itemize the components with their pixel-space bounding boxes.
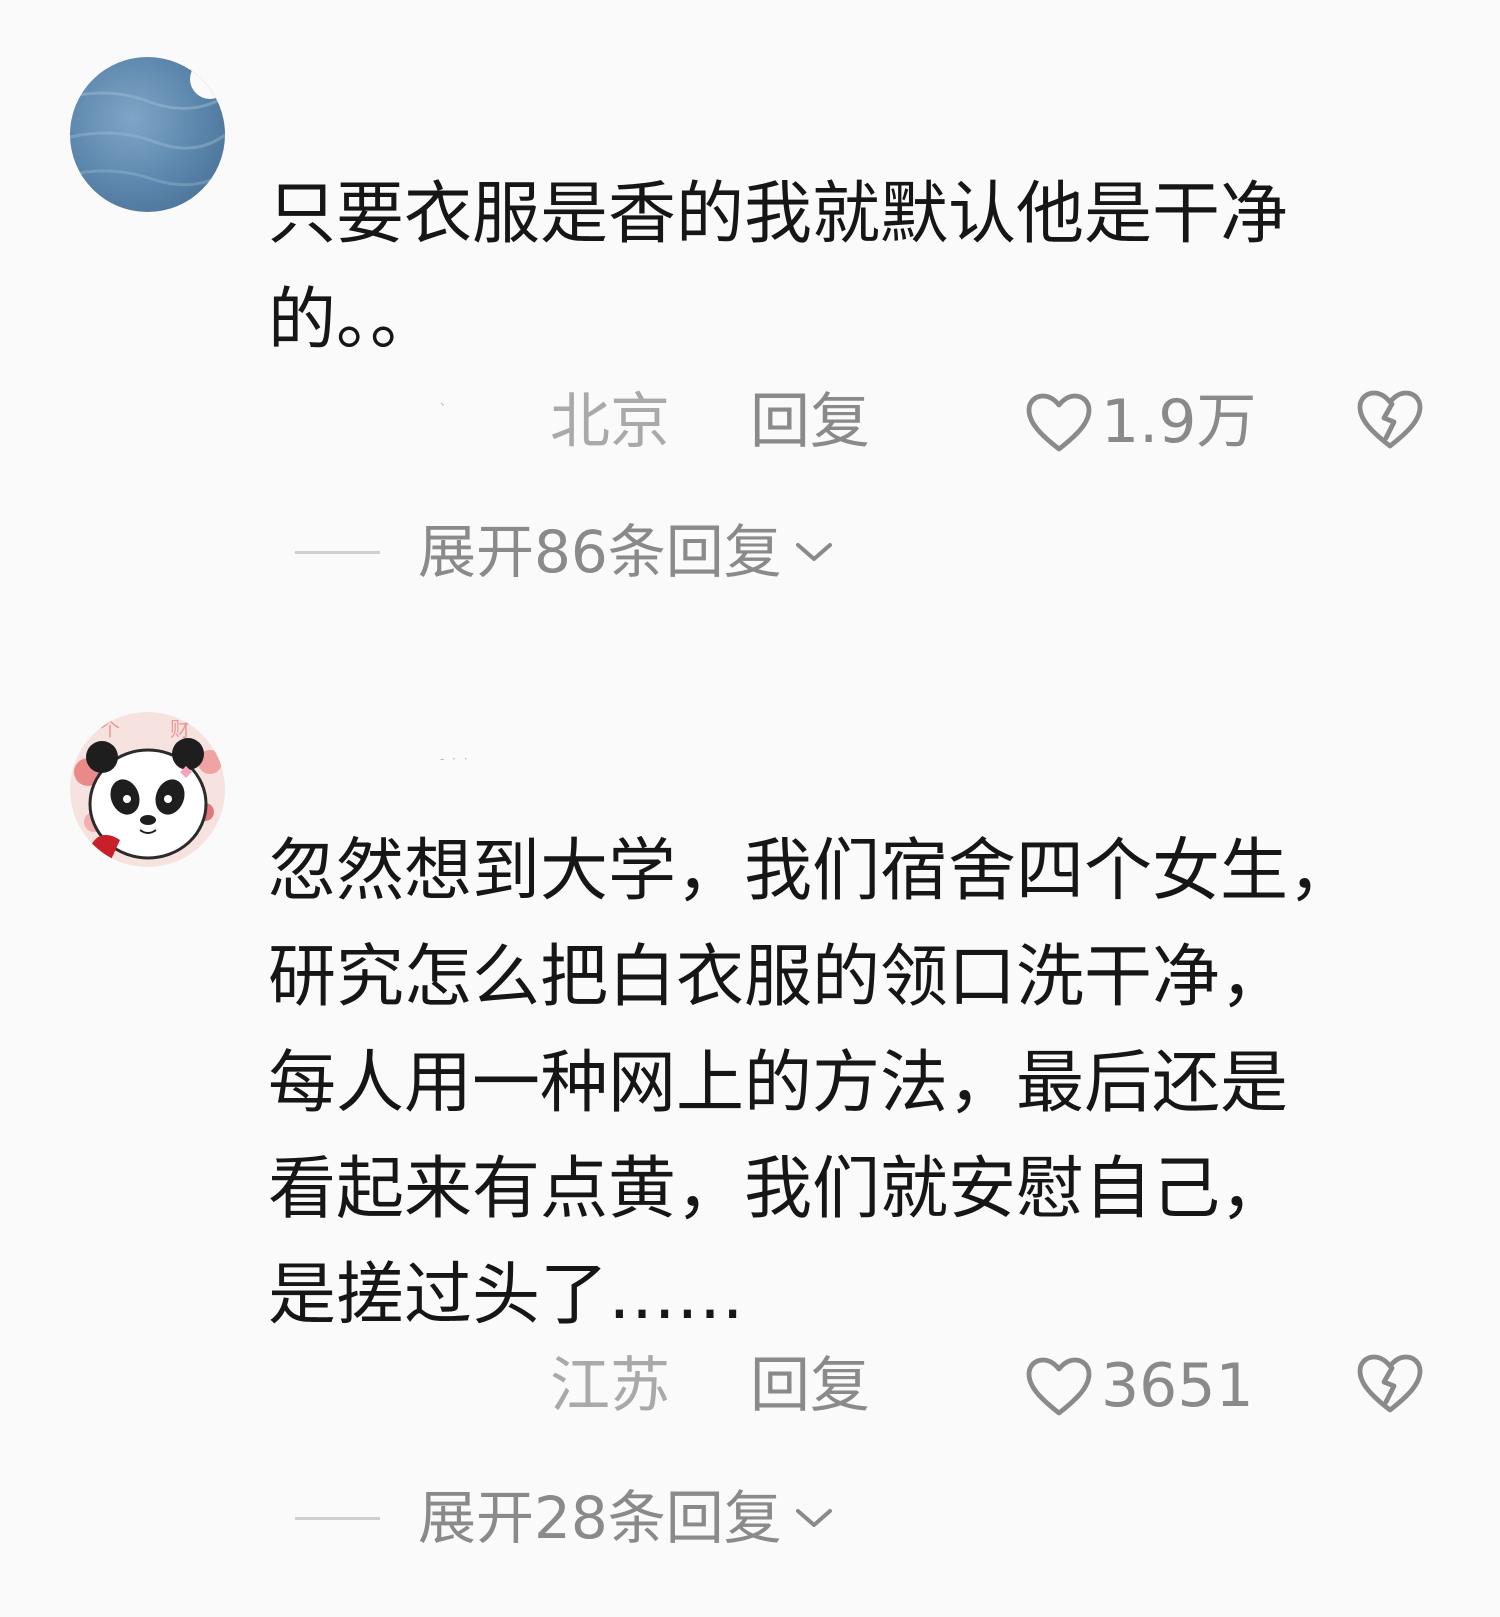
comment-meta: 北京 回复 1.9万: [0, 382, 1500, 462]
location-label: 北京: [550, 387, 670, 457]
comment-text: 只要衣服是香的我就默认他是干净 的。。: [268, 175, 1289, 360]
expand-replies-button[interactable]: 展开28条回复: [295, 1478, 836, 1558]
username[interactable]: - · ·: [440, 752, 470, 766]
chevron-down-icon: [795, 543, 832, 561]
broken-heart-icon: [1357, 390, 1423, 449]
reply-button[interactable]: 回复: [750, 1346, 870, 1426]
dislike-button[interactable]: [1356, 388, 1424, 452]
location-label: 江苏: [550, 1351, 670, 1421]
divider-line: [295, 1516, 380, 1520]
expand-replies-button[interactable]: 展开86条回复: [295, 512, 836, 592]
heart-icon: [1026, 1357, 1092, 1416]
svg-text:个: 个: [100, 717, 120, 741]
divider-line: [295, 550, 380, 554]
reply-button[interactable]: 回复: [750, 382, 870, 462]
broken-heart-icon: [1357, 1354, 1423, 1413]
expand-replies-label: 展开28条回复: [418, 1484, 782, 1552]
comment-text: 忽然想到大学，我们宿舍四个女生， 研究怎么把白衣服的领口洗干净， 每人用一种网上…: [268, 832, 1357, 1335]
like-button[interactable]: 1.9万: [1025, 382, 1256, 462]
comment-meta: 江苏 回复 3651: [0, 1346, 1500, 1426]
dislike-button[interactable]: [1356, 1352, 1424, 1416]
like-button[interactable]: 3651: [1025, 1346, 1254, 1426]
like-count: 3651: [1101, 1351, 1254, 1421]
avatar[interactable]: 个 财: [70, 712, 225, 867]
like-count: 1.9万: [1101, 387, 1257, 457]
expand-replies-label: 展开86条回复: [418, 518, 782, 586]
avatar[interactable]: [70, 57, 225, 212]
heart-icon: [1026, 393, 1092, 452]
chevron-down-icon: [795, 1509, 832, 1527]
svg-text:财: 财: [170, 717, 190, 741]
